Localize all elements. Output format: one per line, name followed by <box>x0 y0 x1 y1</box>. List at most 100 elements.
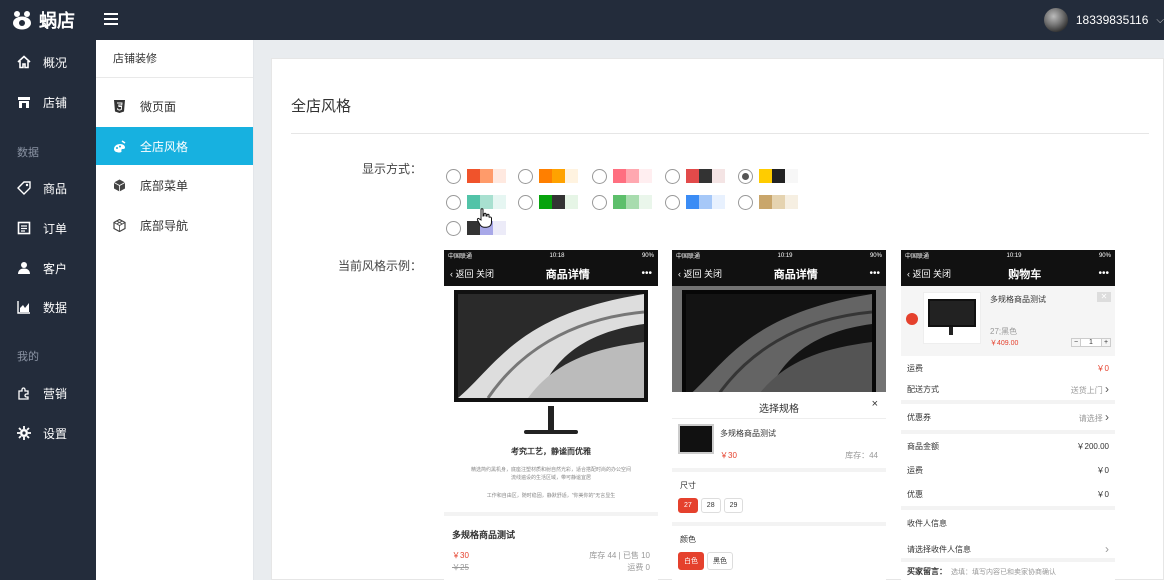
cart-row-coupon[interactable]: 优惠券 请选择 › <box>907 410 1109 424</box>
product-name: 多规格商品测试 <box>452 530 516 540</box>
nav-item-customers[interactable]: 客户 <box>0 250 96 286</box>
nav-item-store[interactable]: 店铺 <box>0 84 96 120</box>
scheme-option[interactable] <box>592 167 652 185</box>
scheme-swatch[interactable] <box>613 195 652 209</box>
scheme-option[interactable] <box>518 167 578 185</box>
scheme-radio[interactable] <box>738 194 753 210</box>
top-bar: 蜗店 18339835116 ⌵ <box>0 0 1164 40</box>
size-option[interactable]: 27 <box>678 498 698 513</box>
cart-row-discount: 优惠 ￥0 <box>907 490 1109 499</box>
nav-item-orders[interactable]: 订单 <box>0 210 96 246</box>
more-icon[interactable]: ••• <box>869 268 880 279</box>
preview-phone-cart: 中国联通 10:19 90% ‹ 返回 关闭 购物车 ••• 多规格商品测试 ✕… <box>901 250 1115 580</box>
scheme-swatch[interactable] <box>613 169 652 183</box>
subnav-item-store-style[interactable]: 全店风格 <box>96 127 253 165</box>
scheme-radio[interactable] <box>592 194 607 210</box>
swatch-color <box>772 195 785 209</box>
scheme-radio[interactable] <box>665 168 680 184</box>
monitor-wallpaper <box>458 294 644 398</box>
delete-icon[interactable]: ✕ <box>1097 292 1111 302</box>
status-bar: 中国联通 10:19 90% <box>901 250 1115 261</box>
logo[interactable]: 蜗店 <box>12 7 75 33</box>
user-menu[interactable]: 18339835116 ⌵ <box>1043 8 1164 32</box>
scheme-option[interactable] <box>738 193 798 211</box>
avatar[interactable] <box>1043 8 1068 32</box>
quantity-stepper[interactable]: − 1 + <box>1071 338 1111 347</box>
scheme-option[interactable] <box>592 193 652 211</box>
decrease-button[interactable]: − <box>1071 338 1081 347</box>
back-button[interactable]: ‹ 返回 关闭 <box>678 267 722 280</box>
subnav-item-micro-page[interactable]: 微页面 <box>96 87 253 125</box>
increase-button[interactable]: + <box>1101 338 1111 347</box>
back-button[interactable]: ‹ 返回 关闭 <box>450 267 494 280</box>
scheme-swatch[interactable] <box>539 195 578 209</box>
overlay-mask[interactable] <box>672 286 886 392</box>
nav-item-data[interactable]: 数据 <box>0 289 96 325</box>
size-label: 尺寸 <box>680 481 696 490</box>
swatch-color <box>539 195 552 209</box>
preview-phone-product-detail: 中国联通 10:18 90% ‹ 返回 关闭 商品详情 ••• 考究工艺，静谧而… <box>444 250 658 580</box>
close-button[interactable]: 关闭 <box>933 269 951 279</box>
nav-item-marketing[interactable]: 营销 <box>0 375 96 411</box>
nav-item-products[interactable]: 商品 <box>0 170 96 206</box>
close-icon[interactable]: × <box>872 398 878 410</box>
subnav-label: 全店风格 <box>140 139 189 154</box>
logo-text: 蜗店 <box>39 11 75 31</box>
scheme-radio[interactable] <box>592 168 607 184</box>
battery: 90% <box>1098 252 1111 259</box>
quantity-value[interactable]: 1 <box>1081 338 1101 347</box>
swatch-color <box>565 195 578 209</box>
close-button[interactable]: 关闭 <box>476 269 494 279</box>
scheme-radio[interactable] <box>738 168 753 184</box>
hand-cursor-icon <box>476 208 492 228</box>
scheme-radio[interactable] <box>446 168 461 184</box>
swatch-color <box>785 195 798 209</box>
scheme-radio[interactable] <box>665 194 680 210</box>
more-icon[interactable]: ••• <box>1098 268 1109 279</box>
phone-nav-bar: ‹ 返回 关闭 商品详情 ••• <box>672 261 886 286</box>
nav-label: 客户 <box>43 261 68 276</box>
nav-item-settings[interactable]: 设置 <box>0 415 96 451</box>
scheme-swatch[interactable] <box>759 169 798 183</box>
cart-thumbnail <box>923 292 981 344</box>
display-mode-label: 显示方式： <box>361 162 422 176</box>
scheme-radio[interactable] <box>518 168 533 184</box>
old-price: ￥25 <box>452 563 469 572</box>
secondary-sidebar-title: 店铺装修 <box>96 40 253 78</box>
scheme-option[interactable] <box>665 193 725 211</box>
scheme-radio[interactable] <box>446 194 461 210</box>
color-option[interactable]: 黑色 <box>707 552 733 570</box>
swatch-color <box>493 169 506 183</box>
scheme-swatch[interactable] <box>686 195 725 209</box>
scheme-radio[interactable] <box>518 194 533 210</box>
color-option[interactable]: 白色 <box>678 552 704 570</box>
scheme-swatch[interactable] <box>467 169 506 183</box>
subnav-item-bottom-nav[interactable]: 底部导航 <box>96 206 253 244</box>
scheme-swatch[interactable] <box>539 169 578 183</box>
scheme-option[interactable] <box>738 167 798 185</box>
old-price-row: ￥25 运费 0 <box>452 562 650 573</box>
check-icon[interactable] <box>906 313 918 325</box>
menu-toggle-icon[interactable] <box>104 13 118 25</box>
subnav-label: 底部导航 <box>140 218 189 233</box>
scheme-option[interactable] <box>665 167 725 185</box>
spec-thumbnail <box>678 424 714 454</box>
puzzle-icon <box>18 387 29 400</box>
swatch-color <box>493 195 506 209</box>
subnav-item-bottom-menu[interactable]: 底部菜单 <box>96 166 253 204</box>
back-button[interactable]: ‹ 返回 关闭 <box>907 267 951 280</box>
scheme-radio[interactable] <box>446 220 461 236</box>
cart-row-delivery[interactable]: 配送方式 送货上门 › <box>907 382 1109 396</box>
buyer-message[interactable]: 买家留言： 选填：填写内容已和卖家协商确认 <box>907 566 1109 577</box>
scheme-swatch[interactable] <box>467 195 506 209</box>
size-option[interactable]: 28 <box>700 498 721 513</box>
more-icon[interactable]: ••• <box>641 268 652 279</box>
nav-item-overview[interactable]: 概况 <box>0 44 96 80</box>
scheme-option[interactable] <box>518 193 578 211</box>
size-option[interactable]: 29 <box>723 498 744 513</box>
scheme-swatch[interactable] <box>759 195 798 209</box>
receiver-select[interactable]: 请选择收件人信息 › <box>907 542 1109 556</box>
scheme-option[interactable] <box>446 167 506 185</box>
scheme-swatch[interactable] <box>686 169 725 183</box>
close-button[interactable]: 关闭 <box>704 269 722 279</box>
